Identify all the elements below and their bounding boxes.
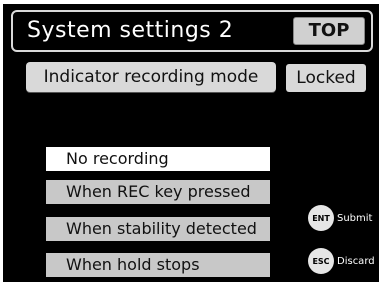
option-when-stability-detected[interactable]: When stability detected [46,217,270,241]
discard-label: Discard [337,255,375,267]
option-no-recording[interactable]: No recording [46,147,270,171]
option-when-hold-stops[interactable]: When hold stops [46,253,270,277]
title-bar: System settings 2 TOP [11,10,373,52]
option-when-rec-key-pressed[interactable]: When REC key pressed [46,180,270,204]
ent-key-icon[interactable]: ENT [308,205,334,231]
device-screen: System settings 2 TOP Indicator recordin… [3,4,379,282]
locked-status-badge[interactable]: Locked [286,64,366,92]
setting-label: Indicator recording mode [26,62,276,92]
submit-key-hint[interactable]: ENT Submit [308,205,372,231]
top-button[interactable]: TOP [293,17,365,45]
page-title: System settings 2 [27,18,234,43]
esc-key-icon[interactable]: ESC [308,248,334,274]
discard-key-hint[interactable]: ESC Discard [308,248,375,274]
submit-label: Submit [337,212,373,224]
